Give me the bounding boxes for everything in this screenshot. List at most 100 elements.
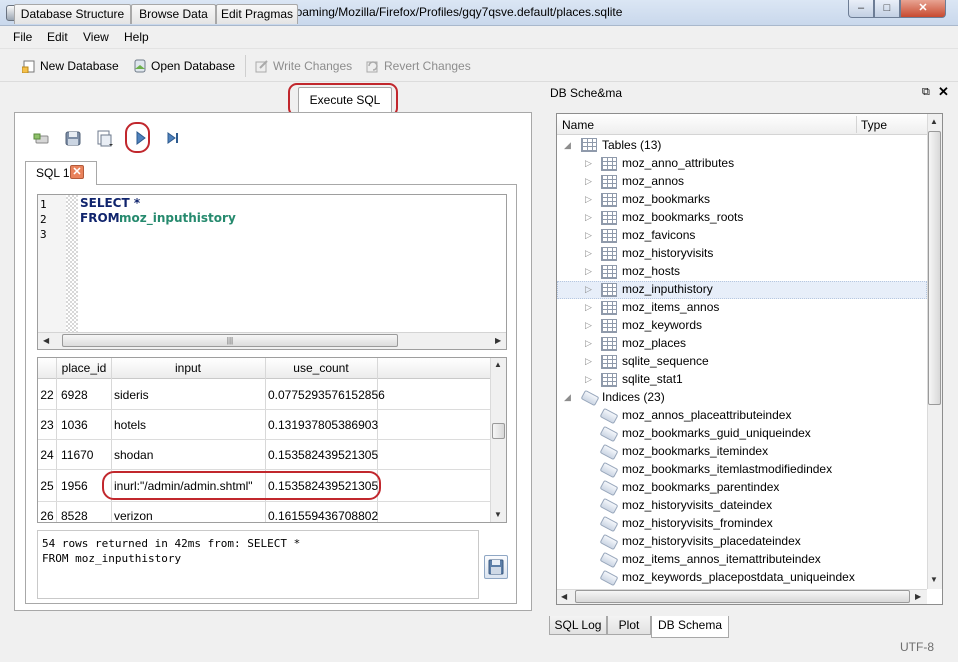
expand-table-icon[interactable]: ▷ <box>585 194 592 205</box>
column-header-place-id[interactable]: place_id <box>57 361 111 375</box>
expand-table-icon[interactable]: ▷ <box>585 320 592 331</box>
close-dock-icon[interactable]: ✕ <box>938 84 949 100</box>
expand-table-icon[interactable]: ▷ <box>585 266 592 277</box>
tree-item-label[interactable]: moz_keywords_placepostdata_uniqueindex <box>622 570 855 584</box>
tree-item-label[interactable]: moz_historyvisits_placedateindex <box>622 534 801 548</box>
tree-item-label[interactable]: moz_inputhistory <box>622 282 713 296</box>
tab-sql-log[interactable]: SQL Log <box>549 616 607 635</box>
menu-edit[interactable]: Edit <box>47 30 68 44</box>
tree-item-label[interactable]: moz_favicons <box>622 228 695 242</box>
tab-edit-pragmas[interactable]: Edit Pragmas <box>216 4 298 24</box>
cell-input[interactable]: inurl:"/admin/admin.shtml" <box>114 479 253 493</box>
tree-item-label[interactable]: moz_annos_placeattributeindex <box>622 408 791 422</box>
cell-place-id[interactable]: 1956 <box>61 479 88 493</box>
tree-item-label[interactable]: moz_bookmarks_guid_uniqueindex <box>622 426 811 440</box>
tab-database-structure[interactable]: Database Structure <box>14 4 131 24</box>
revert-changes-button[interactable]: Revert Changes <box>366 57 471 75</box>
scroll-up-arrow-icon[interactable]: ▲ <box>930 117 938 126</box>
results-scroll-thumb[interactable] <box>492 423 505 439</box>
tree-item-label[interactable]: moz_annos <box>622 174 684 188</box>
sql-editor-tab[interactable]: SQL 1 <box>25 161 97 185</box>
cell-place-id[interactable]: 8528 <box>61 509 88 523</box>
cell-input[interactable]: sideris <box>114 388 149 402</box>
expand-table-icon[interactable]: ▷ <box>585 212 592 223</box>
minimize-button[interactable]: – <box>848 0 874 18</box>
scroll-right-arrow-icon[interactable]: ▶ <box>495 336 501 345</box>
tree-item-label[interactable]: moz_historyvisits_dateindex <box>622 498 772 512</box>
expand-table-icon[interactable]: ▷ <box>585 374 592 385</box>
menu-file[interactable]: File <box>13 30 32 44</box>
tree-item-label[interactable]: moz_bookmarks <box>622 192 710 206</box>
row-number[interactable]: 26 <box>38 509 56 523</box>
cell-use-count[interactable]: 0.153582439521305 <box>268 479 378 493</box>
tree-item-label[interactable]: moz_keywords <box>622 318 702 332</box>
row-number[interactable]: 24 <box>38 448 56 462</box>
scroll-left-arrow-icon[interactable]: ◀ <box>43 336 49 345</box>
save-sql-file-icon[interactable] <box>95 129 113 147</box>
row-number[interactable]: 25 <box>38 479 56 493</box>
execute-all-icon[interactable] <box>131 129 149 147</box>
close-tab-icon[interactable]: ✕ <box>70 165 84 179</box>
tree-item-label[interactable]: sqlite_stat1 <box>622 372 683 386</box>
close-window-button[interactable]: ✕ <box>900 0 946 18</box>
tab-execute-sql[interactable]: Execute SQL <box>298 87 392 112</box>
scroll-down-arrow-icon[interactable]: ▼ <box>930 575 938 584</box>
cell-use-count[interactable]: 0.153582439521305 <box>268 448 378 462</box>
scroll-up-arrow-icon[interactable]: ▲ <box>494 360 502 369</box>
schema-hscroll-thumb[interactable] <box>575 590 910 603</box>
collapse-tables-icon[interactable]: ◢ <box>564 140 571 151</box>
cell-use-count[interactable]: 0.0775293576152856 <box>268 388 385 402</box>
write-changes-button[interactable]: Write Changes <box>255 57 352 75</box>
expand-table-icon[interactable]: ▷ <box>585 338 592 349</box>
expand-table-icon[interactable]: ▷ <box>585 176 592 187</box>
tree-item-label[interactable]: moz_historyvisits_fromindex <box>622 516 773 530</box>
menu-help[interactable]: Help <box>124 30 149 44</box>
expand-table-icon[interactable]: ▷ <box>585 158 592 169</box>
new-database-button[interactable]: New Database <box>22 57 119 75</box>
collapse-indices-icon[interactable]: ◢ <box>564 392 571 403</box>
tree-item-label[interactable]: moz_bookmarks_parentindex <box>622 480 779 494</box>
cell-place-id[interactable]: 11670 <box>61 448 93 462</box>
cell-input[interactable]: verizon <box>114 509 153 523</box>
tree-item-label[interactable]: moz_items_annos <box>622 300 719 314</box>
results-vertical-scrollbar[interactable] <box>490 358 506 522</box>
open-sql-file-icon[interactable] <box>64 129 82 147</box>
tree-item-label[interactable]: moz_items_annos_itemattributeindex <box>622 552 821 566</box>
scroll-down-arrow-icon[interactable]: ▼ <box>494 510 502 519</box>
cell-place-id[interactable]: 1036 <box>61 418 88 432</box>
maximize-button[interactable]: □ <box>874 0 900 18</box>
cell-use-count[interactable]: 0.131937805386903 <box>268 418 378 432</box>
column-header-name[interactable]: Name <box>562 118 594 132</box>
tree-item-label[interactable]: sqlite_sequence <box>622 354 709 368</box>
menu-view[interactable]: View <box>83 30 109 44</box>
row-number[interactable]: 22 <box>38 388 56 402</box>
tab-db-schema[interactable]: DB Schema <box>651 616 729 638</box>
cell-input[interactable]: shodan <box>114 448 153 462</box>
tree-item-label[interactable]: moz_historyvisits <box>622 246 713 260</box>
execute-line-icon[interactable] <box>164 129 182 147</box>
cell-place-id[interactable]: 6928 <box>61 388 88 402</box>
open-tab-icon[interactable] <box>33 129 51 147</box>
tree-item-label[interactable]: moz_bookmarks_itemindex <box>622 444 768 458</box>
cell-use-count[interactable]: 0.161559436708802 <box>268 509 378 523</box>
schema-scroll-thumb[interactable] <box>928 131 941 405</box>
column-header-type[interactable]: Type <box>861 118 887 132</box>
tables-group-label[interactable]: Tables (13) <box>602 138 661 152</box>
row-number[interactable]: 23 <box>38 418 56 432</box>
open-database-button[interactable]: Open Database <box>133 57 235 75</box>
tree-item-label[interactable]: moz_bookmarks_roots <box>622 210 743 224</box>
expand-table-icon[interactable]: ▷ <box>585 302 592 313</box>
scroll-left-arrow-icon[interactable]: ◀ <box>561 592 567 601</box>
tree-item-label[interactable]: moz_places <box>622 336 686 350</box>
float-dock-icon[interactable]: ⧉ <box>922 86 930 99</box>
tree-item-label[interactable]: moz_hosts <box>622 264 680 278</box>
expand-table-icon[interactable]: ▷ <box>585 356 592 367</box>
tree-item-label[interactable]: moz_anno_attributes <box>622 156 734 170</box>
scroll-right-arrow-icon[interactable]: ▶ <box>915 592 921 601</box>
indices-group-label[interactable]: Indices (23) <box>602 390 665 404</box>
column-header-input[interactable]: input <box>111 361 265 375</box>
expand-table-icon[interactable]: ▷ <box>585 284 592 295</box>
expand-table-icon[interactable]: ▷ <box>585 230 592 241</box>
tab-plot[interactable]: Plot <box>607 616 651 635</box>
column-header-use-count[interactable]: use_count <box>265 361 377 375</box>
